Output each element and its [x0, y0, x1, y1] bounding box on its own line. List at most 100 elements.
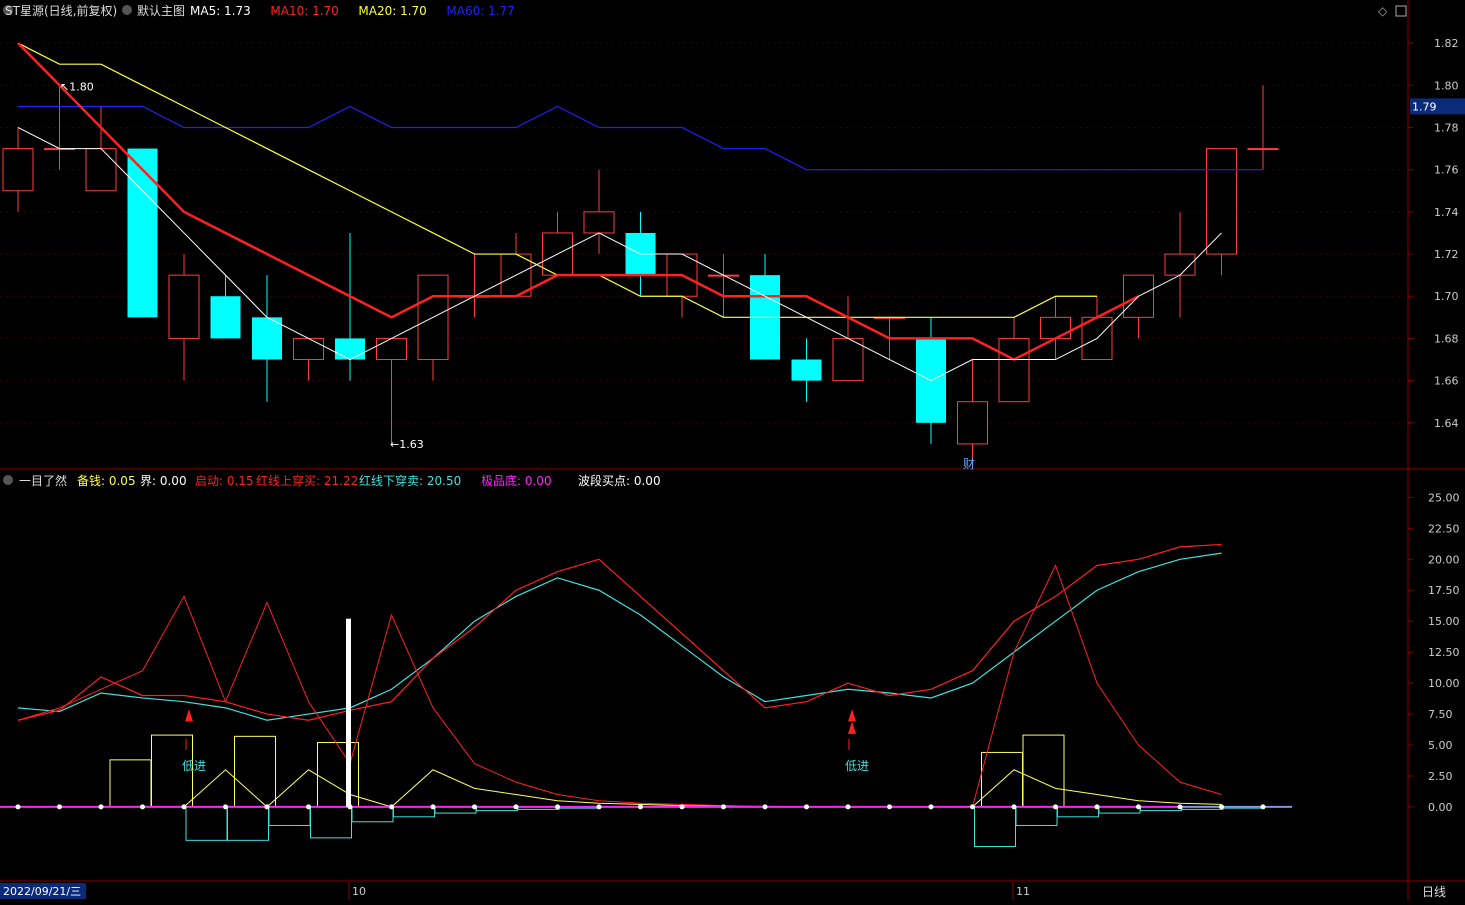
candle-body-8	[335, 338, 365, 360]
zero-dot-19	[804, 804, 809, 810]
indicator-label-0: 备钱: 0.05	[77, 473, 136, 488]
candle-body-25	[1040, 316, 1071, 339]
candle-body-23	[957, 401, 988, 445]
ma-legend: MA5: 1.73 MA10: 1.70 MA20: 1.70 MA60: 1.77	[190, 4, 515, 18]
price-tick-label-5: 1.72	[1434, 248, 1459, 261]
cyan-box-7	[310, 806, 352, 839]
price-tick-label-1: 1.80	[1434, 79, 1459, 92]
indicator-tick-label-1: 22.50	[1428, 522, 1460, 535]
price-tick-label-7: 1.68	[1434, 332, 1459, 345]
price-tick-label-3: 1.76	[1434, 164, 1459, 177]
zero-dot-13	[555, 804, 560, 810]
cyan-box-23	[974, 806, 1016, 848]
month-label-1: 11	[1016, 885, 1030, 898]
yellow-box-5	[317, 742, 359, 808]
zero-dot-16	[679, 804, 685, 810]
candle-body-3	[127, 148, 158, 318]
zero-dot-14	[596, 804, 602, 810]
zero-dot-17	[721, 804, 726, 810]
zero-dot-20	[845, 804, 851, 810]
ma-label-2: MA20: 1.70	[358, 4, 426, 18]
candle-body-30	[1247, 148, 1279, 151]
indicator-legend: 备钱: 0.05 界: 0.00 启动: 0.15 红线上穿买: 21.22 红线下穿卖…	[77, 473, 661, 488]
cyan-box-6	[268, 806, 311, 826]
month-label-0: 10	[352, 885, 366, 898]
indicator-tick-label-7: 7.50	[1428, 708, 1453, 721]
reserve-zigzag-line	[18, 769, 1222, 808]
low-entry-arrow-1	[848, 709, 856, 722]
low-entry-label-0: 低进	[182, 759, 206, 773]
zero-dot-29	[1219, 804, 1224, 810]
candle-body-19	[791, 359, 822, 381]
indicator-tick-label-5: 12.50	[1428, 646, 1460, 659]
candle-body-9	[376, 337, 407, 361]
indicator-tick-label-8: 5.00	[1428, 739, 1453, 752]
diamond-icon[interactable]: ◇	[1378, 4, 1388, 18]
zero-dot-3	[140, 804, 145, 810]
zero-dot-15	[638, 804, 643, 810]
indicator-label-4: 红线下穿卖: 20.50	[359, 473, 461, 488]
zero-dot-4	[181, 804, 187, 810]
indicator-label-3: 红线上穿买: 21.22	[256, 473, 358, 488]
stock-chart[interactable]: ST星源(日线,前复权) 默认主图 MA5: 1.73 MA10: 1.70 MA2…	[0, 0, 1465, 901]
chart-canvas[interactable]: ST星源(日线,前复权) 默认主图 MA5: 1.73 MA10: 1.70 MA2…	[0, 0, 1465, 901]
indicator-tick-label-4: 15.00	[1428, 615, 1460, 628]
zero-dot-9	[389, 804, 394, 810]
cyan-box-8	[351, 806, 394, 823]
cyan-box-25	[1057, 806, 1099, 818]
zero-dot-11	[472, 804, 477, 810]
zero-dot-23	[970, 804, 975, 810]
indicator-label-1: 界: 0.00	[140, 474, 187, 488]
low-entry-label-1: 低进	[845, 759, 869, 773]
yellow-box-22	[1022, 734, 1065, 808]
indicator-tick-label-3: 17.50	[1428, 584, 1460, 597]
indicator-label-5: 极品底: 0.00	[481, 473, 552, 488]
main-chart-toggle[interactable]: 默认主图	[137, 3, 185, 18]
zero-dot-21	[887, 804, 892, 810]
price-tick-label-4: 1.74	[1434, 206, 1459, 219]
cyan-box-5	[227, 806, 269, 841]
toggle-icon[interactable]	[122, 5, 132, 15]
zero-dot-30	[1260, 804, 1266, 810]
ma-label-0: MA5: 1.73	[190, 4, 251, 18]
indicator-label-6: 波段买点: 0.00	[578, 473, 661, 488]
zero-dot-10	[430, 804, 436, 810]
candle-body-7	[293, 337, 324, 361]
cursor-date-label: 2022/09/21/三	[3, 885, 81, 898]
indicator-title: 一目了然	[19, 473, 67, 488]
indicator-tick-label-9: 2.50	[1428, 770, 1453, 783]
price-tick-label-0: 1.82	[1434, 37, 1459, 50]
zero-dot-0	[15, 804, 21, 810]
buy-signal-bar	[346, 618, 351, 807]
zero-dot-5	[223, 804, 228, 810]
maximize-icon[interactable]	[1395, 5, 1407, 17]
indicator-tick-label-6: 10.00	[1428, 677, 1460, 690]
indicator-header: 一目了然 备钱: 0.05 界: 0.00 启动: 0.15 红线上穿买: 21.22…	[3, 473, 661, 488]
candle-body-4	[168, 274, 200, 339]
indicator-plot: 低进 低进	[0, 543, 1292, 848]
zero-dot-27	[1136, 804, 1141, 810]
price-tick-label-2: 1.78	[1434, 121, 1459, 134]
zero-dot-25	[1053, 804, 1058, 810]
ma-label-1: MA10: 1.70	[270, 4, 338, 18]
candle-body-5	[210, 296, 241, 339]
low-entry-arrow2-1	[848, 721, 856, 734]
zero-dot-6	[264, 804, 270, 810]
zero-dot-28	[1177, 804, 1183, 810]
ma60-line	[18, 105, 1263, 171]
stock-title: ST星源(日线,前复权)	[5, 3, 117, 18]
yellow-box-21	[981, 751, 1023, 808]
period-label: 日线	[1422, 885, 1446, 899]
zero-dot-22	[928, 804, 934, 810]
candle-body-29	[1206, 148, 1237, 255]
zero-dot-18	[762, 804, 768, 810]
candle-body-24	[998, 337, 1030, 403]
indicator-collapse-icon[interactable]	[3, 475, 13, 485]
price-tick-label-9: 1.64	[1434, 417, 1459, 430]
cyan-box-9	[393, 806, 435, 818]
yellow-box-0	[109, 759, 152, 808]
main-header: ST星源(日线,前复权) 默认主图 MA5: 1.73 MA10: 1.70 MA2…	[3, 3, 1407, 18]
indicator-tick-label-0: 25.00	[1428, 491, 1460, 504]
indicator-label-2: 启动: 0.15	[195, 474, 254, 488]
indicator-tick-label-10: 0.00	[1428, 801, 1453, 814]
